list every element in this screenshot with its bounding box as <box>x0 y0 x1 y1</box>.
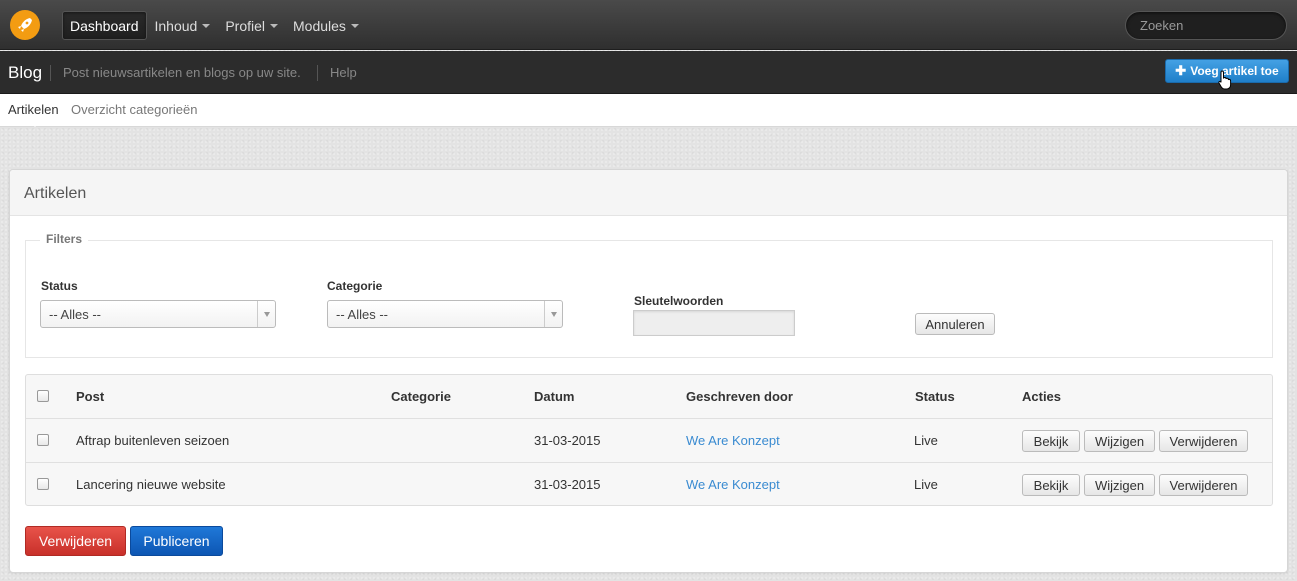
post-date: 31-03-2015 <box>534 433 601 448</box>
select-arrow-icon <box>544 301 562 327</box>
hand-cursor-icon <box>1218 70 1232 90</box>
status-select-value: -- Alles -- <box>49 307 101 322</box>
delete-row-button[interactable]: Verwijderen <box>1159 474 1248 496</box>
view-button[interactable]: Bekijk <box>1022 474 1080 496</box>
header-status: Status <box>915 389 955 404</box>
tab-overzicht-categorieen[interactable]: Overzicht categorieën <box>71 102 197 117</box>
header-category: Categorie <box>391 389 451 404</box>
plus-icon: ✚ <box>1175 63 1187 78</box>
section-title: Blog <box>8 63 43 82</box>
cancel-button[interactable]: Annuleren <box>915 313 995 335</box>
nav-profiel-label: Profiel <box>225 17 266 34</box>
header-actions: Acties <box>1022 389 1062 404</box>
caret-down-icon <box>202 23 211 28</box>
edit-button[interactable]: Wijzigen <box>1084 474 1155 496</box>
nav-dashboard[interactable]: Dashboard <box>62 11 147 40</box>
post-status: Live <box>914 433 938 448</box>
nav-profiel[interactable]: Profiel <box>218 11 285 40</box>
header-date: Datum <box>534 389 575 404</box>
help-link[interactable]: Help <box>330 65 357 80</box>
post-title[interactable]: Aftrap buitenleven seizoen <box>76 433 229 448</box>
panel-title: Artikelen <box>24 185 87 202</box>
articles-panel: Artikelen Filters Status -- Alles -- Cat… <box>9 169 1288 573</box>
status-label: Status <box>41 279 78 293</box>
top-navbar: Dashboard Inhoud Profiel Modules <box>0 0 1297 50</box>
rocket-icon[interactable] <box>10 10 40 40</box>
bulk-delete-button[interactable]: Verwijderen <box>25 526 126 556</box>
header-author: Geschreven door <box>686 389 793 404</box>
section-header: Blog Post nieuwsartikelen en blogs op uw… <box>0 51 1297 94</box>
nav-inhoud-label: Inhoud <box>154 17 198 34</box>
divider <box>317 65 318 81</box>
filters-legend: Filters <box>40 232 89 246</box>
post-status: Live <box>914 477 938 492</box>
post-date: 31-03-2015 <box>534 477 601 492</box>
nav-modules[interactable]: Modules <box>286 11 366 40</box>
row-checkbox[interactable] <box>37 478 49 490</box>
delete-row-button[interactable]: Verwijderen <box>1159 430 1248 452</box>
author-link[interactable]: We Are Konzept <box>686 433 780 448</box>
category-select[interactable]: -- Alles -- <box>327 300 563 328</box>
caret-down-icon <box>270 23 279 28</box>
select-all-checkbox[interactable] <box>37 390 49 402</box>
nav-dashboard-label: Dashboard <box>70 17 139 34</box>
header-post: Post <box>76 389 105 404</box>
keywords-label: Sleutelwoorden <box>634 294 724 308</box>
publish-button[interactable]: Publiceren <box>130 526 223 556</box>
divider <box>50 65 51 81</box>
panel-header <box>10 170 1287 216</box>
table-header-row: Post Categorie Datum Geschreven door Sta… <box>26 375 1272 419</box>
caret-down-icon <box>350 23 359 28</box>
status-select[interactable]: -- Alles -- <box>40 300 276 328</box>
select-arrow-icon <box>257 301 275 327</box>
edit-button[interactable]: Wijzigen <box>1084 430 1155 452</box>
category-label: Categorie <box>327 279 383 293</box>
tab-artikelen[interactable]: Artikelen <box>8 102 59 117</box>
author-link[interactable]: We Are Konzept <box>686 477 780 492</box>
tab-bar: Artikelen Overzicht categorieën <box>0 94 1297 127</box>
row-checkbox[interactable] <box>37 434 49 446</box>
post-title[interactable]: Lancering nieuwe website <box>76 477 226 492</box>
section-description: Post nieuwsartikelen en blogs op uw site… <box>63 65 301 80</box>
view-button[interactable]: Bekijk <box>1022 430 1080 452</box>
articles-table: Post Categorie Datum Geschreven door Sta… <box>25 374 1273 506</box>
active-tab-indicator <box>28 120 42 127</box>
nav-modules-label: Modules <box>293 17 346 34</box>
add-article-label: Voeg artikel toe <box>1190 64 1279 78</box>
search-input[interactable] <box>1125 11 1287 40</box>
table-row: Lancering nieuwe website 31-03-2015 We A… <box>26 463 1272 507</box>
nav-inhoud[interactable]: Inhoud <box>148 11 218 40</box>
table-row: Aftrap buitenleven seizoen 31-03-2015 We… <box>26 419 1272 463</box>
category-select-value: -- Alles -- <box>336 307 388 322</box>
keywords-input[interactable] <box>633 310 795 336</box>
